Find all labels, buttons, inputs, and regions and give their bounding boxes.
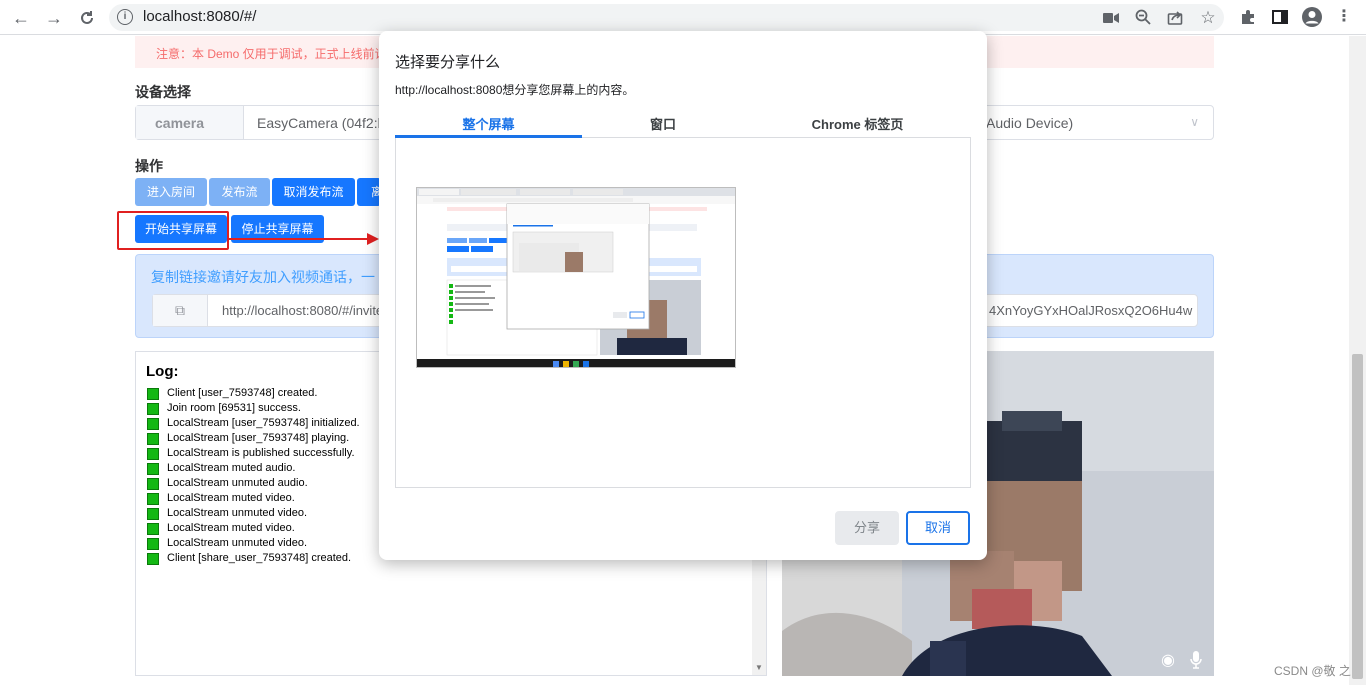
status-ok-icon	[147, 417, 159, 430]
log-entry: LocalStream muted audio.	[147, 461, 360, 476]
share-tabs: 整个屏幕 窗口 Chrome 标签页	[395, 110, 971, 138]
share-button[interactable]: 分享	[835, 511, 899, 545]
scroll-down-icon[interactable]: ▼	[755, 663, 763, 672]
log-entry: LocalStream is published successfully.	[147, 446, 360, 461]
screen-list	[395, 138, 971, 488]
log-entry: LocalStream [user_7593748] playing.	[147, 431, 360, 446]
log-title: Log:	[146, 363, 179, 380]
status-ok-icon	[147, 552, 159, 565]
log-entry: LocalStream unmuted video.	[147, 536, 360, 551]
microphone-icon[interactable]	[1186, 651, 1206, 671]
log-entry: LocalStream unmuted video.	[147, 506, 360, 521]
tab-entire-screen[interactable]: 整个屏幕	[395, 114, 582, 133]
log-text: LocalStream [user_7593748] playing.	[167, 432, 350, 444]
log-list: Client [user_7593748] created. Join room …	[147, 386, 360, 566]
side-panel-icon[interactable]	[1270, 7, 1290, 27]
extensions-icon[interactable]	[1238, 7, 1258, 27]
annotation-arrow	[229, 233, 379, 245]
highlight-box	[117, 211, 229, 250]
log-text: LocalStream [user_7593748] initialized.	[167, 417, 360, 429]
enter-room-button[interactable]: 进入房间	[135, 178, 207, 206]
log-entry: LocalStream [user_7593748] initialized.	[147, 416, 360, 431]
unpublish-button[interactable]: 取消发布流	[272, 178, 355, 206]
reload-icon[interactable]	[75, 6, 99, 30]
info-icon[interactable]: i	[117, 9, 133, 25]
invite-url: http://localhost:8080/#/invite?	[222, 303, 391, 318]
status-ok-icon	[147, 507, 159, 520]
ops-section-title: 操作	[135, 158, 163, 174]
log-text: LocalStream unmuted video.	[167, 507, 308, 519]
profile-icon[interactable]	[1302, 7, 1322, 27]
tab-window[interactable]: 窗口	[582, 114, 744, 133]
zoom-icon[interactable]	[1134, 9, 1152, 27]
browser-toolbar: ← → i localhost:8080/#/ ☆ ⋮	[0, 0, 1366, 35]
log-text: Client [user_7593748] created.	[167, 387, 318, 399]
status-ok-icon	[147, 447, 159, 460]
status-ok-icon	[147, 432, 159, 445]
log-entry: Client [share_user_7593748] created.	[147, 551, 360, 566]
status-ok-icon	[147, 387, 159, 400]
invite-text: 复制链接邀请好友加入视频通话，一	[151, 269, 375, 285]
log-entry: Join room [69531] success.	[147, 401, 360, 416]
status-ok-icon	[147, 492, 159, 505]
page-scrollbar[interactable]	[1349, 36, 1366, 685]
copy-icon[interactable]: ⧉	[153, 295, 208, 326]
log-text: LocalStream unmuted audio.	[167, 477, 308, 489]
device-section-title: 设备选择	[135, 84, 191, 100]
log-entry: LocalStream muted video.	[147, 521, 360, 536]
page-scroll-thumb[interactable]	[1352, 354, 1363, 679]
camera-icon[interactable]	[1102, 9, 1120, 27]
chevron-down-icon[interactable]: ∨	[1190, 115, 1199, 129]
screen-thumbnail[interactable]	[416, 187, 736, 368]
watermark: CSDN @敬 之	[1274, 664, 1351, 678]
log-entry: LocalStream unmuted audio.	[147, 476, 360, 491]
url-text: localhost:8080/#/	[143, 8, 257, 25]
address-bar[interactable]: i localhost:8080/#/ ☆	[109, 4, 1224, 31]
status-ok-icon	[147, 537, 159, 550]
log-text: LocalStream muted video.	[167, 492, 295, 504]
status-ok-icon	[147, 522, 159, 535]
screen-share-dialog: 选择要分享什么 http://localhost:8080想分享您屏幕上的内容。…	[379, 31, 987, 560]
share-icon[interactable]	[1166, 9, 1184, 27]
back-icon[interactable]: ←	[9, 6, 33, 30]
menu-icon[interactable]: ⋮	[1334, 7, 1354, 27]
camera-value: EasyCamera (04f2:b5	[257, 115, 394, 131]
dialog-subtitle: http://localhost:8080想分享您屏幕上的内容。	[395, 83, 635, 97]
status-ok-icon	[147, 402, 159, 415]
screen-preview-image	[417, 188, 735, 367]
log-text: Client [share_user_7593748] created.	[167, 552, 352, 564]
invite-url-tail: 4XnYoyGYxHOalJRosxQ2O6Hu4w	[989, 303, 1193, 318]
log-entry: Client [user_7593748] created.	[147, 386, 360, 401]
dialog-title: 选择要分享什么	[395, 54, 501, 71]
tab-chrome-tab[interactable]: Chrome 标签页	[744, 114, 971, 133]
camera-snapshot-icon[interactable]: ◉	[1158, 651, 1178, 671]
log-text: LocalStream muted audio.	[167, 462, 296, 474]
log-text: Join room [69531] success.	[167, 402, 301, 414]
publish-button[interactable]: 发布流	[209, 178, 270, 206]
leave-button[interactable]: 离	[357, 178, 383, 206]
status-ok-icon	[147, 477, 159, 490]
log-text: LocalStream unmuted video.	[167, 537, 308, 549]
forward-icon[interactable]: →	[42, 6, 66, 30]
log-text: LocalStream is published successfully.	[167, 447, 355, 459]
log-entry: LocalStream muted video.	[147, 491, 360, 506]
audio-value: Audio Device)	[986, 115, 1074, 131]
camera-label: camera	[136, 106, 244, 139]
status-ok-icon	[147, 462, 159, 475]
cancel-button[interactable]: 取消	[906, 511, 970, 545]
log-text: LocalStream muted video.	[167, 522, 295, 534]
bookmark-star-icon[interactable]: ☆	[1199, 9, 1217, 27]
